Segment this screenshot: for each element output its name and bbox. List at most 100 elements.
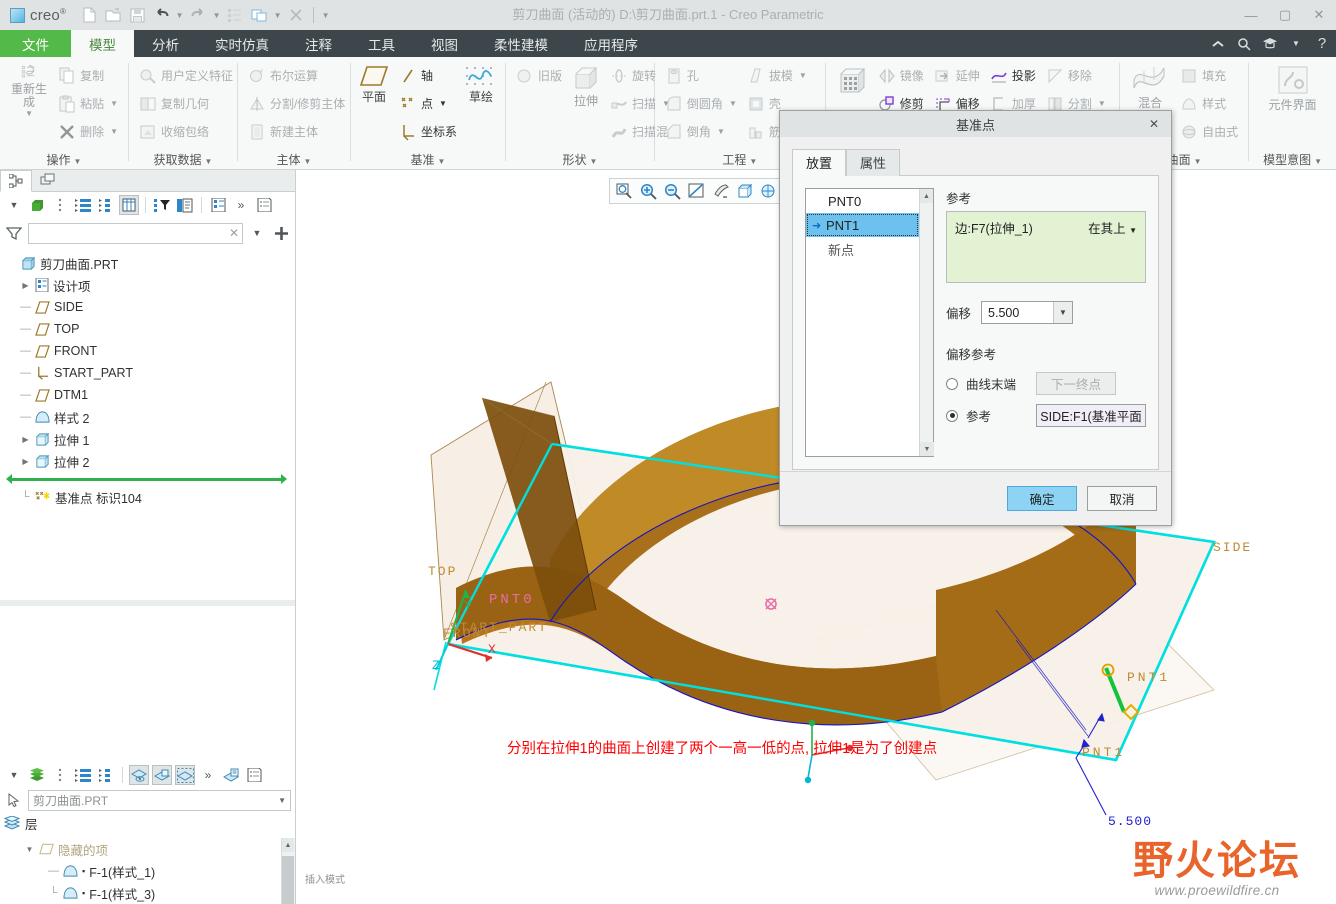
body-group-chevron-icon[interactable]: ▼ (304, 157, 312, 166)
radio-reference[interactable] (946, 409, 958, 422)
draft-button[interactable]: 拔模 ▼ (743, 62, 811, 89)
datum-point-chevron-down-icon[interactable]: ▼ (439, 99, 447, 108)
insert-here-bar[interactable] (6, 472, 295, 486)
point-list[interactable]: PNT0 ➜ PNT1 新点 ▲ ▼ (805, 188, 934, 457)
dialog-close-icon[interactable]: ✕ (1143, 111, 1165, 137)
extrude-button[interactable]: 拉伸 (568, 62, 604, 108)
window-switch-icon[interactable] (248, 4, 270, 26)
tab-applications[interactable]: 应用程序 (566, 30, 656, 57)
boundary-blend-button[interactable]: 混合 (1126, 62, 1174, 110)
layer-tree-scrollbar[interactable]: ▲ (281, 838, 295, 904)
layer-settings-chevron-icon[interactable]: ▼ (4, 765, 24, 785)
component-interface-button[interactable]: 元件界面 (1258, 62, 1328, 112)
mirror-button[interactable]: 镜像 (874, 62, 928, 89)
model-intent-group-chevron-icon[interactable]: ▼ (1314, 157, 1322, 166)
undo-chevron-down-icon[interactable]: ▼ (174, 4, 185, 26)
help-icon[interactable]: ? (1314, 35, 1330, 52)
point-list-scrollbar[interactable]: ▲ ▼ (919, 189, 934, 456)
datum-axis-button[interactable]: 轴 (395, 62, 461, 89)
tree-search-icon[interactable] (175, 195, 195, 215)
fill-button[interactable]: 填充 (1176, 62, 1242, 89)
surfaces-group-chevron-icon[interactable]: ▼ (1194, 157, 1202, 166)
delete-button[interactable]: 删除 ▼ (54, 118, 122, 145)
chevron-down-icon[interactable]: ▼ (1288, 36, 1304, 52)
tree-more-icon[interactable]: » (231, 195, 251, 215)
tab-live-simulation[interactable]: 实时仿真 (197, 30, 287, 57)
tree-filter-icon[interactable] (152, 195, 172, 215)
operations-group-chevron-icon[interactable]: ▼ (74, 157, 82, 166)
new-body-button[interactable]: 新建主体 (244, 118, 349, 145)
chamfer-chevron-down-icon[interactable]: ▼ (717, 127, 725, 136)
round-chevron-down-icon[interactable]: ▼ (729, 99, 737, 108)
sketch-button[interactable]: 草绘 (463, 62, 499, 104)
round-button[interactable]: 倒圆角 ▼ (661, 90, 741, 117)
collapse-ribbon-icon[interactable] (1210, 36, 1226, 52)
cancel-button[interactable]: 取消 (1087, 486, 1157, 511)
tree-expand-list-icon[interactable] (73, 195, 93, 215)
datum-group-chevron-icon[interactable]: ▼ (438, 157, 446, 166)
split-body-button[interactable]: 分割/修剪主体 (244, 90, 349, 117)
copy-geometry-button[interactable]: 复制几何 (135, 90, 237, 117)
tree-item-extrude-1[interactable]: ▶ 拉伸 1 (6, 428, 295, 450)
chamfer-button[interactable]: 倒角 ▼ (661, 118, 741, 145)
datum-point-dialog[interactable]: 基准点 ✕ 放置 属性 PNT0 ➜ PNT1 新点 ▲ ▼ 参考 边:F7(拉… (779, 110, 1172, 526)
shapes-group-chevron-icon[interactable]: ▼ (589, 157, 597, 166)
udf-button[interactable]: 用户定义特征 (135, 62, 237, 89)
tree-expander-expanded[interactable]: ▼ (24, 844, 35, 855)
tree-item-front[interactable]: — FRONT (6, 340, 295, 362)
repaint-icon[interactable] (709, 180, 731, 202)
style-button[interactable]: 样式 (1176, 90, 1242, 117)
search-icon[interactable] (1236, 36, 1252, 52)
tree-item-start-part[interactable]: — START_PART (6, 362, 295, 384)
draft-chevron-down-icon[interactable]: ▼ (799, 71, 807, 80)
clear-search-icon[interactable]: ✕ (229, 226, 239, 240)
layer-tree-root[interactable]: 层 (0, 812, 295, 834)
minimize-button[interactable]: — (1234, 0, 1268, 30)
tab-annotate[interactable]: 注释 (287, 30, 350, 57)
datum-point-button[interactable]: 点 ▼ (395, 90, 461, 117)
scroll-up-arrow-icon[interactable]: ▲ (920, 189, 933, 203)
tree-item-style-2[interactable]: — 样式 2 (6, 406, 295, 428)
tree-item-dtm1[interactable]: — DTM1 (6, 384, 295, 406)
layer-info-icon[interactable] (221, 765, 241, 785)
hole-button[interactable]: 孔 (661, 62, 741, 89)
customize-quick-access-icon[interactable]: ▼ (320, 4, 331, 26)
open-file-icon[interactable] (102, 4, 124, 26)
project-button[interactable]: 投影 (986, 62, 1040, 89)
saved-view-icon[interactable] (757, 180, 779, 202)
layer-model-selector[interactable]: 剪刀曲面.PRT ▼ (28, 789, 291, 811)
tree-expander-collapsed[interactable]: ▶ (20, 280, 31, 291)
tab-flexible-modeling[interactable]: 柔性建模 (476, 30, 566, 57)
offset-combo[interactable]: 5.500 ▼ (981, 301, 1074, 324)
chevron-down-icon[interactable]: ▼ (278, 796, 286, 805)
add-filter-icon[interactable] (271, 223, 291, 243)
tree-item-extrude-2[interactable]: ▶ 拉伸 2 (6, 450, 295, 472)
tree-info-icon[interactable] (208, 195, 228, 215)
layer-indent-icon[interactable] (96, 765, 116, 785)
layer-item-hidden[interactable]: ▼ 隐藏的项 (10, 838, 295, 860)
tree-columns-icon[interactable] (119, 195, 139, 215)
filter-chevron-down-icon[interactable]: ▼ (247, 223, 267, 243)
display-style-icon[interactable] (733, 180, 755, 202)
chevron-down-icon[interactable]: ▼ (1129, 226, 1137, 235)
reference-collector[interactable]: 边:F7(拉伸_1) 在其上 ▼ (946, 211, 1146, 283)
learning-connector-icon[interactable] (1262, 36, 1278, 52)
freestyle-button[interactable]: 自由式 (1176, 118, 1242, 145)
layer-note-icon[interactable] (244, 765, 264, 785)
remove-button[interactable]: 移除 (1042, 62, 1110, 89)
tab-analysis[interactable]: 分析 (134, 30, 197, 57)
zoom-to-fit-icon[interactable] (613, 180, 635, 202)
select-cursor-icon[interactable] (4, 790, 24, 810)
paste-button[interactable]: 粘贴 ▼ (54, 90, 122, 117)
tree-expander-collapsed[interactable]: ▶ (20, 434, 31, 445)
point-list-item-pnt1[interactable]: ➜ PNT1 (806, 213, 919, 237)
chevron-down-icon[interactable]: ▼ (1053, 302, 1073, 323)
close-window-icon[interactable] (285, 4, 307, 26)
offset-reference-collector[interactable]: SIDE:F1(基准平面 (1036, 404, 1146, 427)
delete-chevron-down-icon[interactable]: ▼ (110, 127, 118, 136)
split-chevron-down-icon[interactable]: ▼ (1098, 99, 1106, 108)
undo-icon[interactable] (150, 4, 172, 26)
get-data-group-chevron-icon[interactable]: ▼ (205, 157, 213, 166)
legacy-button[interactable]: 旧版 (512, 62, 566, 89)
search-input-field[interactable] (32, 226, 229, 240)
